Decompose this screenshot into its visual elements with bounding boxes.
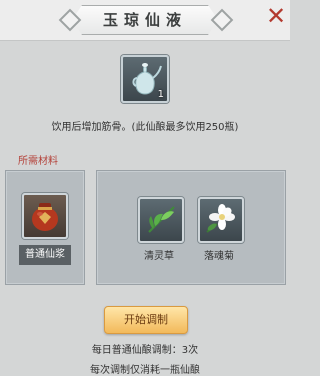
dialog-title: 玉琼仙液	[102, 11, 187, 29]
material-slot-flower[interactable]	[198, 197, 244, 243]
base-material-name: 普通仙浆	[19, 245, 71, 265]
close-icon: ✕	[265, 2, 287, 30]
material-name-herb: 清灵草	[144, 251, 174, 262]
material-name-flower: 落魂菊	[204, 251, 234, 262]
wine-jar-icon	[32, 203, 58, 231]
product-slot[interactable]: 1	[121, 55, 169, 103]
start-brewing-button[interactable]: 开始调制	[104, 306, 188, 334]
material-slot-herb[interactable]	[138, 197, 184, 243]
base-material-slot[interactable]	[22, 193, 68, 239]
product-quantity: 1	[157, 89, 164, 100]
herb-icon	[148, 206, 175, 233]
close-button[interactable]: ✕	[262, 2, 290, 30]
materials-section-label: 所需材料	[18, 156, 58, 167]
cost-note-text: 每次调制仅消耗一瓶仙酿	[90, 365, 200, 376]
product-description: 饮用后增加筋骨。(此仙酿最多饮用250瓶)	[51, 122, 239, 133]
jasmine-flower-icon	[206, 204, 235, 233]
daily-limit-text: 每日普通仙酿调制：3次	[91, 345, 199, 356]
extra-materials-panel	[96, 170, 286, 285]
